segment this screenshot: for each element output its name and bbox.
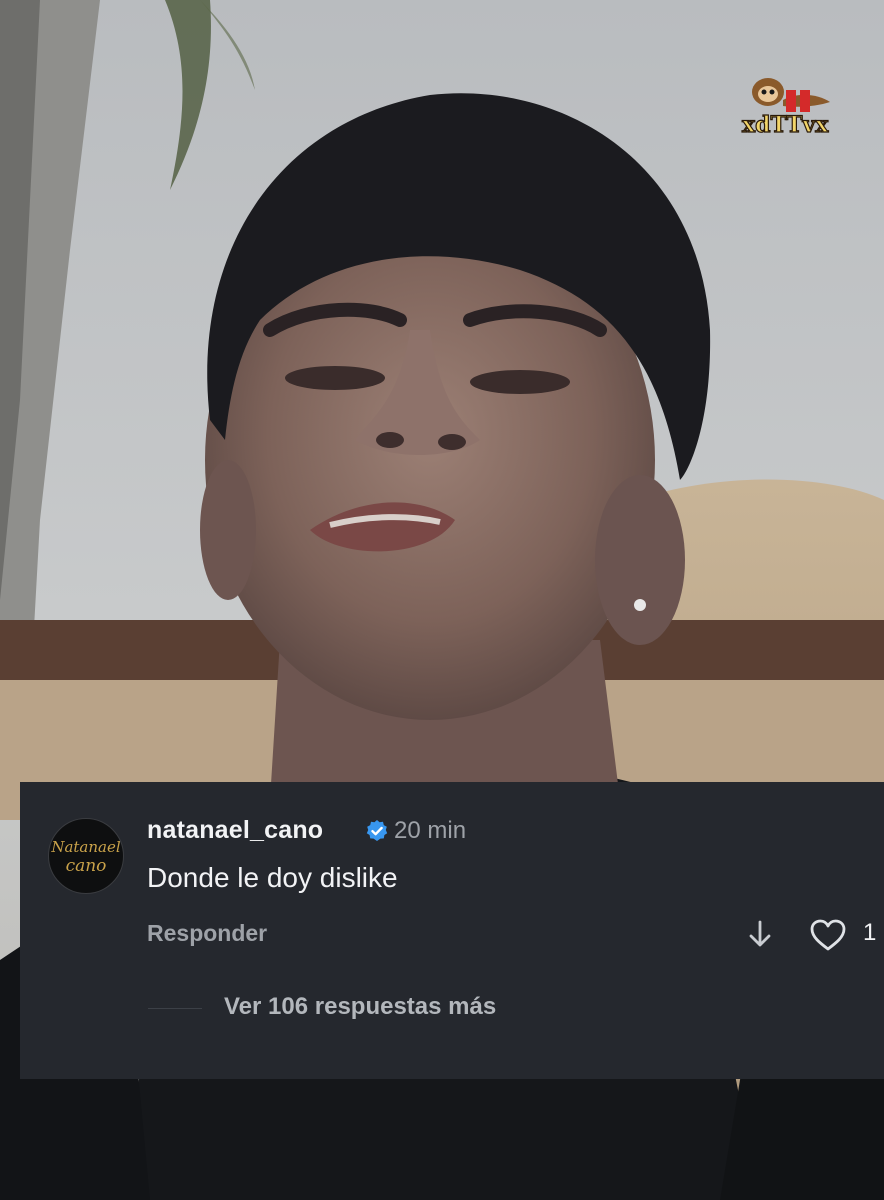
svg-text:xdTTvx: xdTTvx <box>742 112 829 138</box>
comment-timestamp: 20 min <box>394 817 467 844</box>
comment-card: Natanael cano natanael_cano 20 min Donde… <box>20 782 884 1079</box>
replies-divider <box>148 1008 202 1009</box>
verified-badge-icon <box>365 819 389 843</box>
heart-outline-icon[interactable] <box>809 918 847 952</box>
svg-text:cano: cano <box>66 856 107 876</box>
svg-text:Natanael: Natanael <box>50 838 121 856</box>
watermark-logo: xdTTvx <box>738 72 846 139</box>
avatar[interactable]: Natanael cano <box>48 818 124 894</box>
arrow-down-icon[interactable] <box>747 918 773 950</box>
view-replies-button[interactable]: Ver 106 respuestas más <box>224 993 496 1021</box>
reply-button[interactable]: Responder <box>147 920 267 947</box>
like-count: 1 <box>863 919 877 946</box>
comment-username[interactable]: natanael_cano <box>147 816 323 845</box>
comment-text: Donde le doy dislike <box>147 862 398 893</box>
